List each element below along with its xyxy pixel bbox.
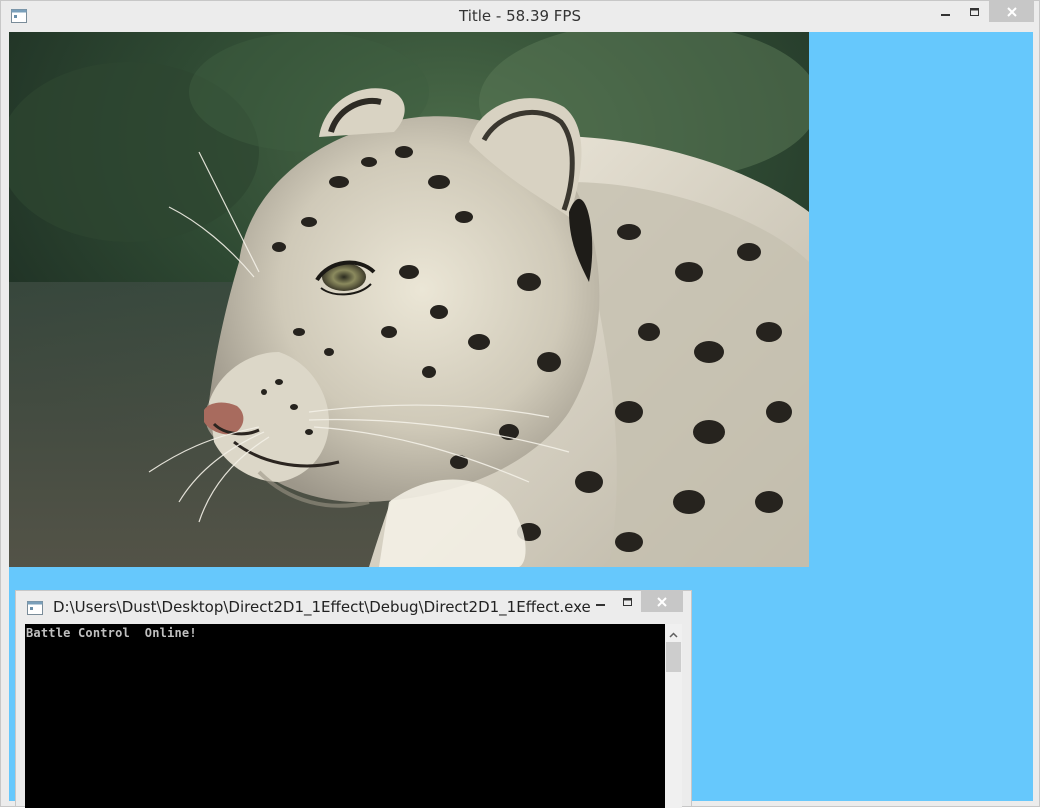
console-maximize-button[interactable] bbox=[615, 591, 641, 612]
console-titlebar[interactable]: D:\Users\Dust\Desktop\Direct2D1_1Effect\… bbox=[16, 591, 691, 623]
console-title: D:\Users\Dust\Desktop\Direct2D1_1Effect\… bbox=[53, 598, 591, 616]
window-title: Title - 58.39 FPS bbox=[459, 7, 581, 25]
close-button[interactable] bbox=[989, 1, 1034, 22]
console-app-icon[interactable] bbox=[27, 600, 43, 615]
console-window: D:\Users\Dust\Desktop\Direct2D1_1Effect\… bbox=[15, 590, 692, 808]
chevron-up-icon bbox=[669, 623, 678, 642]
console-output-text: Battle Control Online! bbox=[26, 626, 197, 640]
maximize-icon bbox=[969, 2, 981, 21]
scroll-up-button[interactable] bbox=[665, 624, 682, 641]
close-icon bbox=[1006, 2, 1018, 21]
minimize-button[interactable] bbox=[931, 1, 961, 22]
main-titlebar[interactable]: Title - 58.39 FPS bbox=[1, 1, 1039, 31]
console-minimize-button[interactable] bbox=[587, 591, 615, 612]
minimize-icon bbox=[595, 592, 607, 611]
close-icon bbox=[656, 592, 668, 611]
console-close-button[interactable] bbox=[641, 591, 683, 612]
snow-leopard-image bbox=[9, 32, 809, 567]
maximize-icon bbox=[622, 592, 634, 611]
console-output-area[interactable]: Battle Control Online! bbox=[25, 624, 665, 808]
scroll-thumb[interactable] bbox=[666, 642, 681, 672]
minimize-icon bbox=[940, 2, 952, 21]
maximize-button[interactable] bbox=[961, 1, 989, 22]
console-scrollbar[interactable] bbox=[665, 624, 682, 808]
